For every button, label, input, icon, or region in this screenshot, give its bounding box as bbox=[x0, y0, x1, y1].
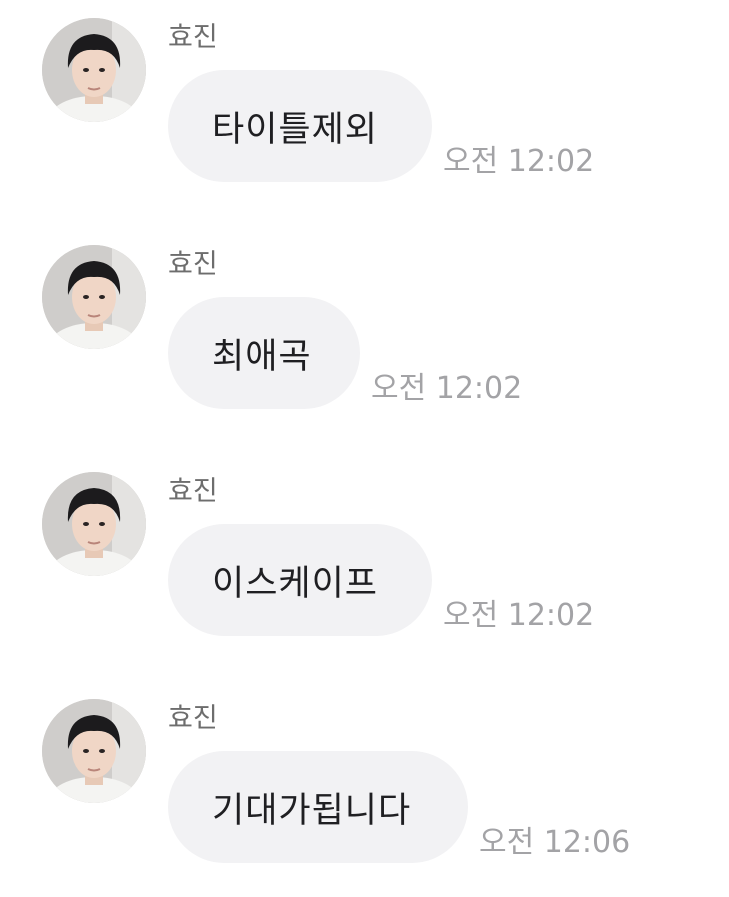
sender-name: 효진 bbox=[168, 476, 218, 507]
message-bubble[interactable]: 이스케이프 bbox=[168, 524, 432, 636]
sender-name: 효진 bbox=[168, 22, 218, 53]
message-time: 오전 12:02 bbox=[443, 598, 595, 633]
sender-avatar[interactable] bbox=[42, 18, 146, 122]
sender-avatar[interactable] bbox=[42, 472, 146, 576]
chat-message: 효진 기대가됩니다 오전 12:06 bbox=[0, 681, 729, 881]
sender-avatar[interactable] bbox=[42, 245, 146, 349]
message-text: 기대가됩니다 bbox=[212, 790, 412, 831]
sender-name: 효진 bbox=[168, 703, 218, 734]
chat-message: 효진 이스케이프 오전 12:02 bbox=[0, 454, 729, 654]
message-time: 오전 12:02 bbox=[443, 144, 595, 179]
chat-message: 효진 최애곡 오전 12:02 bbox=[0, 227, 729, 427]
sender-avatar[interactable] bbox=[42, 699, 146, 803]
sender-name: 효진 bbox=[168, 249, 218, 280]
message-text: 타이틀제외 bbox=[212, 109, 379, 150]
message-time: 오전 12:06 bbox=[479, 825, 631, 860]
message-text: 이스케이프 bbox=[212, 563, 379, 604]
chat-message: 효진 타이틀제외 오전 12:02 bbox=[0, 0, 729, 200]
message-bubble[interactable]: 최애곡 bbox=[168, 297, 360, 409]
message-time: 오전 12:02 bbox=[371, 371, 523, 406]
message-bubble[interactable]: 기대가됩니다 bbox=[168, 751, 468, 863]
message-bubble[interactable]: 타이틀제외 bbox=[168, 70, 432, 182]
message-text: 최애곡 bbox=[212, 336, 312, 377]
